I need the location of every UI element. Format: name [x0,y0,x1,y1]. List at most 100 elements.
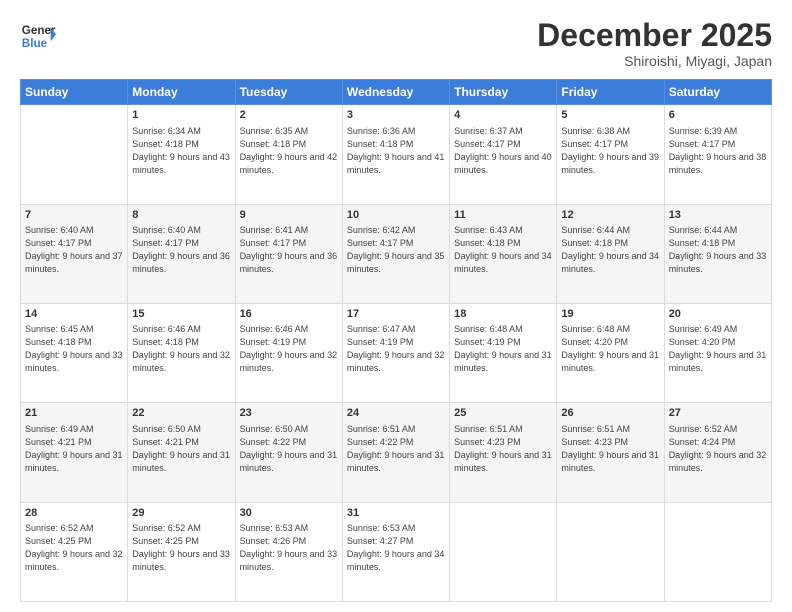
header: General Blue December 2025 Shiroishi, Mi… [20,18,772,69]
table-row: 24 Sunrise: 6:51 AMSunset: 4:22 PMDayligh… [342,403,449,502]
day-info: Sunrise: 6:36 AMSunset: 4:18 PMDaylight:… [347,125,445,177]
day-info: Sunrise: 6:52 AMSunset: 4:24 PMDaylight:… [669,423,767,475]
day-info: Sunrise: 6:38 AMSunset: 4:17 PMDaylight:… [561,125,659,177]
calendar-subtitle: Shiroishi, Miyagi, Japan [537,53,772,69]
day-number: 3 [347,108,445,123]
table-row: 5 Sunrise: 6:38 AMSunset: 4:17 PMDaylight… [557,105,664,204]
table-row: 16Sunrise: 6:46 AMSunset: 4:19 PMDayligh… [235,303,342,402]
svg-text:Blue: Blue [22,37,48,50]
table-row [21,105,128,204]
day-info: Sunrise: 6:37 AMSunset: 4:17 PMDaylight:… [454,125,552,177]
day-info: Sunrise: 6:43 AMSunset: 4:18 PMDaylight:… [454,224,552,276]
day-info: Sunrise: 6:53 AMSunset: 4:26 PMDaylight:… [240,522,338,574]
table-row: 19Sunrise: 6:48 AMSunset: 4:20 PMDayligh… [557,303,664,402]
day-number: 31 [347,506,445,521]
table-row: 13Sunrise: 6:44 AMSunset: 4:18 PMDayligh… [664,204,771,303]
day-number: 12 [561,208,659,223]
table-row: 30Sunrise: 6:53 AMSunset: 4:26 PMDayligh… [235,502,342,601]
day-info: Sunrise: 6:44 AMSunset: 4:18 PMDaylight:… [669,224,767,276]
day-info: Sunrise: 6:40 AMSunset: 4:17 PMDaylight:… [25,224,123,276]
day-number: 14 [25,307,123,322]
table-row [450,502,557,601]
day-info: Sunrise: 6:34 AMSunset: 4:18 PMDaylight:… [132,125,230,177]
table-row: 11Sunrise: 6:43 AMSunset: 4:18 PMDayligh… [450,204,557,303]
day-number: 22 [132,406,230,421]
table-row: 12Sunrise: 6:44 AMSunset: 4:18 PMDayligh… [557,204,664,303]
table-row: 29Sunrise: 6:52 AMSunset: 4:25 PMDayligh… [128,502,235,601]
table-row: 3 Sunrise: 6:36 AMSunset: 4:18 PMDaylight… [342,105,449,204]
day-info: Sunrise: 6:46 AMSunset: 4:19 PMDaylight:… [240,323,338,375]
col-tuesday: Tuesday [235,80,342,105]
table-row: 1 Sunrise: 6:34 AMSunset: 4:18 PMDaylight… [128,105,235,204]
day-info: Sunrise: 6:47 AMSunset: 4:19 PMDaylight:… [347,323,445,375]
col-sunday: Sunday [21,80,128,105]
day-info: Sunrise: 6:48 AMSunset: 4:20 PMDaylight:… [561,323,659,375]
day-number: 2 [240,108,338,123]
day-number: 24 [347,406,445,421]
day-info: Sunrise: 6:45 AMSunset: 4:18 PMDaylight:… [25,323,123,375]
calendar-table: Sunday Monday Tuesday Wednesday Thursday… [20,79,772,602]
day-info: Sunrise: 6:41 AMSunset: 4:17 PMDaylight:… [240,224,338,276]
day-number: 10 [347,208,445,223]
table-row: 21 Sunrise: 6:49 AMSunset: 4:21 PMDayligh… [21,403,128,502]
table-row [557,502,664,601]
day-number: 19 [561,307,659,322]
day-info: Sunrise: 6:42 AMSunset: 4:17 PMDaylight:… [347,224,445,276]
calendar-week-row: 1 Sunrise: 6:34 AMSunset: 4:18 PMDaylight… [21,105,772,204]
day-number: 1 [132,108,230,123]
day-info: Sunrise: 6:35 AMSunset: 4:18 PMDaylight:… [240,125,338,177]
day-info: Sunrise: 6:51 AMSunset: 4:23 PMDaylight:… [561,423,659,475]
day-number: 5 [561,108,659,123]
day-info: Sunrise: 6:50 AMSunset: 4:22 PMDaylight:… [240,423,338,475]
day-number: 8 [132,208,230,223]
day-info: Sunrise: 6:44 AMSunset: 4:18 PMDaylight:… [561,224,659,276]
day-info: Sunrise: 6:46 AMSunset: 4:18 PMDaylight:… [132,323,230,375]
logo-icon: General Blue [20,18,56,54]
day-number: 16 [240,307,338,322]
calendar-week-row: 28Sunrise: 6:52 AMSunset: 4:25 PMDayligh… [21,502,772,601]
table-row: 15Sunrise: 6:46 AMSunset: 4:18 PMDayligh… [128,303,235,402]
day-number: 7 [25,208,123,223]
day-info: Sunrise: 6:49 AMSunset: 4:21 PMDaylight:… [25,423,123,475]
day-number: 21 [25,406,123,421]
day-info: Sunrise: 6:52 AMSunset: 4:25 PMDaylight:… [25,522,123,574]
logo: General Blue [20,18,60,54]
day-info: Sunrise: 6:53 AMSunset: 4:27 PMDaylight:… [347,522,445,574]
table-row: 6Sunrise: 6:39 AMSunset: 4:17 PMDaylight… [664,105,771,204]
table-row: 28Sunrise: 6:52 AMSunset: 4:25 PMDayligh… [21,502,128,601]
day-number: 23 [240,406,338,421]
table-row: 23 Sunrise: 6:50 AMSunset: 4:22 PMDayligh… [235,403,342,502]
day-number: 9 [240,208,338,223]
day-number: 28 [25,506,123,521]
day-number: 29 [132,506,230,521]
day-number: 30 [240,506,338,521]
calendar-week-row: 14Sunrise: 6:45 AMSunset: 4:18 PMDayligh… [21,303,772,402]
day-info: Sunrise: 6:52 AMSunset: 4:25 PMDaylight:… [132,522,230,574]
day-info: Sunrise: 6:51 AMSunset: 4:22 PMDaylight:… [347,423,445,475]
table-row: 25 Sunrise: 6:51 AMSunset: 4:23 PMDayligh… [450,403,557,502]
day-number: 13 [669,208,767,223]
table-row: 27Sunrise: 6:52 AMSunset: 4:24 PMDayligh… [664,403,771,502]
calendar-header-row: Sunday Monday Tuesday Wednesday Thursday… [21,80,772,105]
table-row: 18Sunrise: 6:48 AMSunset: 4:19 PMDayligh… [450,303,557,402]
day-info: Sunrise: 6:40 AMSunset: 4:17 PMDaylight:… [132,224,230,276]
col-friday: Friday [557,80,664,105]
table-row: 10Sunrise: 6:42 AMSunset: 4:17 PMDayligh… [342,204,449,303]
table-row [664,502,771,601]
day-info: Sunrise: 6:51 AMSunset: 4:23 PMDaylight:… [454,423,552,475]
day-number: 15 [132,307,230,322]
col-saturday: Saturday [664,80,771,105]
day-number: 18 [454,307,552,322]
day-number: 25 [454,406,552,421]
day-number: 6 [669,108,767,123]
day-number: 17 [347,307,445,322]
table-row: 22 Sunrise: 6:50 AMSunset: 4:21 PMDayligh… [128,403,235,502]
table-row: 7Sunrise: 6:40 AMSunset: 4:17 PMDaylight… [21,204,128,303]
col-thursday: Thursday [450,80,557,105]
table-row: 8Sunrise: 6:40 AMSunset: 4:17 PMDaylight… [128,204,235,303]
calendar-week-row: 21 Sunrise: 6:49 AMSunset: 4:21 PMDayligh… [21,403,772,502]
day-number: 4 [454,108,552,123]
day-info: Sunrise: 6:50 AMSunset: 4:21 PMDaylight:… [132,423,230,475]
table-row: 20Sunrise: 6:49 AMSunset: 4:20 PMDayligh… [664,303,771,402]
table-row: 4 Sunrise: 6:37 AMSunset: 4:17 PMDaylight… [450,105,557,204]
